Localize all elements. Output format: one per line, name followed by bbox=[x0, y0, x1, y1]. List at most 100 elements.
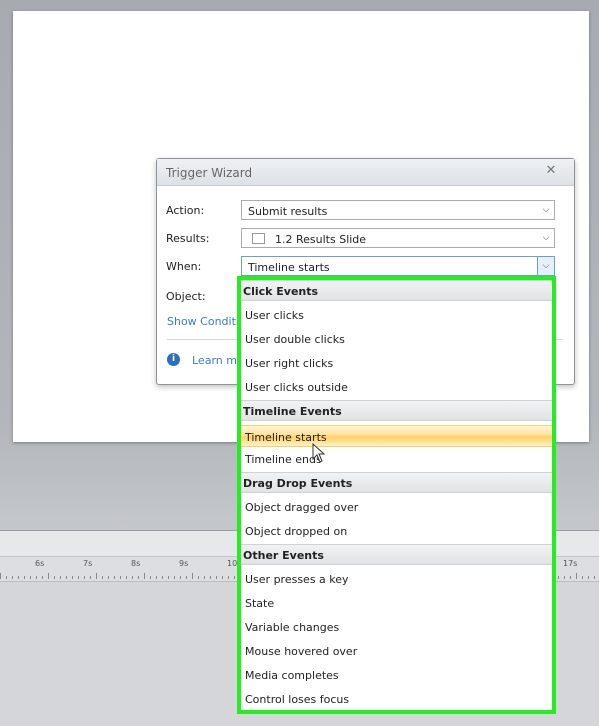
ruler-tick bbox=[186, 576, 187, 579]
ruler-tick bbox=[90, 576, 91, 579]
dropdown-option-label: User presses a key bbox=[245, 573, 349, 586]
ruler-tick bbox=[234, 576, 235, 579]
ruler-tick bbox=[558, 576, 559, 579]
ruler-tick bbox=[66, 576, 67, 579]
dropdown-option[interactable]: Object dropped on bbox=[241, 520, 552, 544]
ruler-tick bbox=[570, 576, 571, 579]
mouse-cursor-icon bbox=[312, 443, 326, 463]
ruler-label: 7s bbox=[83, 559, 93, 568]
dropdown-option[interactable]: State bbox=[241, 592, 552, 616]
ruler-tick bbox=[24, 576, 25, 579]
ruler-tick bbox=[210, 576, 211, 579]
object-label: Object: bbox=[166, 290, 206, 303]
dropdown-option-label: Timeline ends bbox=[245, 453, 322, 466]
ruler-tick bbox=[42, 576, 43, 579]
dropdown-option-label: User clicks bbox=[245, 309, 304, 322]
dropdown-option[interactable]: User clicks outside bbox=[241, 376, 552, 400]
group-header-label: Drag Drop Events bbox=[243, 477, 353, 490]
group-header-label: Click Events bbox=[243, 285, 319, 298]
ruler-tick bbox=[594, 576, 595, 579]
dropdown-option-label: Media completes bbox=[245, 669, 339, 682]
chevron-down-icon[interactable]: ⌵ bbox=[538, 201, 554, 219]
dropdown-option-label: Object dropped on bbox=[245, 525, 348, 538]
ruler-tick bbox=[216, 576, 217, 579]
ruler-tick bbox=[48, 573, 49, 579]
ruler-tick bbox=[6, 576, 7, 579]
ruler-tick bbox=[78, 576, 79, 579]
group-header: Other Events bbox=[241, 544, 552, 565]
when-select[interactable]: Timeline starts ⌵ bbox=[241, 256, 555, 276]
ruler-tick bbox=[156, 576, 157, 579]
ruler-tick bbox=[198, 576, 199, 579]
results-select[interactable]: 1.2 Results Slide ⌵ bbox=[241, 228, 555, 248]
ruler-tick bbox=[30, 576, 31, 579]
ruler-tick bbox=[150, 576, 151, 579]
ruler-tick bbox=[120, 576, 121, 579]
ruler-tick bbox=[228, 576, 229, 579]
ruler-tick bbox=[60, 576, 61, 579]
results-value: 1.2 Results Slide bbox=[275, 233, 367, 246]
results-label: Results: bbox=[166, 232, 210, 245]
ruler-tick bbox=[12, 576, 13, 579]
dropdown-option-label: User right clicks bbox=[245, 357, 334, 370]
dropdown-option[interactable]: User double clicks bbox=[241, 328, 552, 352]
dropdown-option-label: Object dragged over bbox=[245, 501, 359, 514]
dropdown-option-label: Control loses focus bbox=[245, 693, 350, 706]
ruler-tick bbox=[126, 576, 127, 579]
dropdown-option[interactable]: Control loses focus bbox=[241, 688, 552, 712]
ruler-tick bbox=[102, 576, 103, 579]
dropdown-option[interactable]: Media completes bbox=[241, 664, 552, 688]
ruler-label: 8s bbox=[131, 559, 141, 568]
ruler-tick bbox=[180, 576, 181, 579]
close-icon[interactable]: ✕ bbox=[543, 163, 559, 179]
when-label: When: bbox=[166, 260, 202, 273]
ruler-tick bbox=[192, 573, 193, 579]
group-header: Click Events bbox=[241, 280, 552, 301]
ruler-tick bbox=[162, 576, 163, 579]
group-header: Drag Drop Events bbox=[241, 472, 552, 493]
dropdown-option[interactable]: Mouse hovered over bbox=[241, 640, 552, 664]
ruler-label: 9s bbox=[179, 559, 189, 568]
ruler-tick bbox=[84, 576, 85, 579]
ruler-tick bbox=[168, 576, 169, 579]
ruler-tick bbox=[36, 576, 37, 579]
chevron-down-icon[interactable]: ⌵ bbox=[538, 229, 554, 247]
ruler-tick bbox=[582, 576, 583, 579]
ruler-label: 17s bbox=[563, 559, 578, 568]
ruler-tick bbox=[96, 573, 97, 579]
ruler-tick bbox=[576, 573, 577, 579]
document-icon bbox=[252, 233, 265, 244]
group-header-label: Other Events bbox=[243, 549, 324, 562]
ruler-tick bbox=[144, 573, 145, 579]
ruler-tick bbox=[204, 576, 205, 579]
dropdown-option-label: Variable changes bbox=[245, 621, 340, 634]
dropdown-option[interactable]: User right clicks bbox=[241, 352, 552, 376]
dropdown-option[interactable]: User clicks bbox=[241, 304, 552, 328]
ruler-tick bbox=[222, 576, 223, 579]
ruler-tick bbox=[588, 576, 589, 579]
dropdown-option[interactable]: User presses a key bbox=[241, 568, 552, 592]
ruler-label: 10 bbox=[227, 559, 238, 568]
ruler-tick bbox=[564, 576, 565, 579]
dropdown-option[interactable]: Timeline ends bbox=[241, 448, 552, 472]
learn-more-link[interactable]: Learn mo bbox=[192, 354, 244, 367]
dropdown-option-label: User clicks outside bbox=[245, 381, 348, 394]
action-label: Action: bbox=[166, 204, 205, 217]
ruler-tick bbox=[114, 576, 115, 579]
dialog-titlebar[interactable]: Trigger Wizard ✕ bbox=[157, 159, 574, 186]
chevron-down-icon[interactable]: ⌵ bbox=[537, 257, 554, 275]
group-header: Timeline Events bbox=[241, 400, 552, 421]
action-select[interactable]: Submit results ⌵ bbox=[241, 200, 555, 220]
dropdown-option[interactable]: Variable changes bbox=[241, 616, 552, 640]
ruler-tick bbox=[132, 576, 133, 579]
dialog-title: Trigger Wizard bbox=[166, 166, 253, 180]
dropdown-option-label: Mouse hovered over bbox=[245, 645, 358, 658]
dropdown-option-label: State bbox=[245, 597, 275, 610]
group-header-label: Timeline Events bbox=[243, 405, 342, 418]
when-value: Timeline starts bbox=[248, 261, 330, 274]
ruler-tick bbox=[174, 576, 175, 579]
dropdown-option[interactable]: Object dragged over bbox=[241, 496, 552, 520]
info-icon: i bbox=[167, 353, 180, 366]
ruler-tick bbox=[108, 576, 109, 579]
dropdown-option[interactable]: Timeline starts bbox=[241, 425, 552, 447]
